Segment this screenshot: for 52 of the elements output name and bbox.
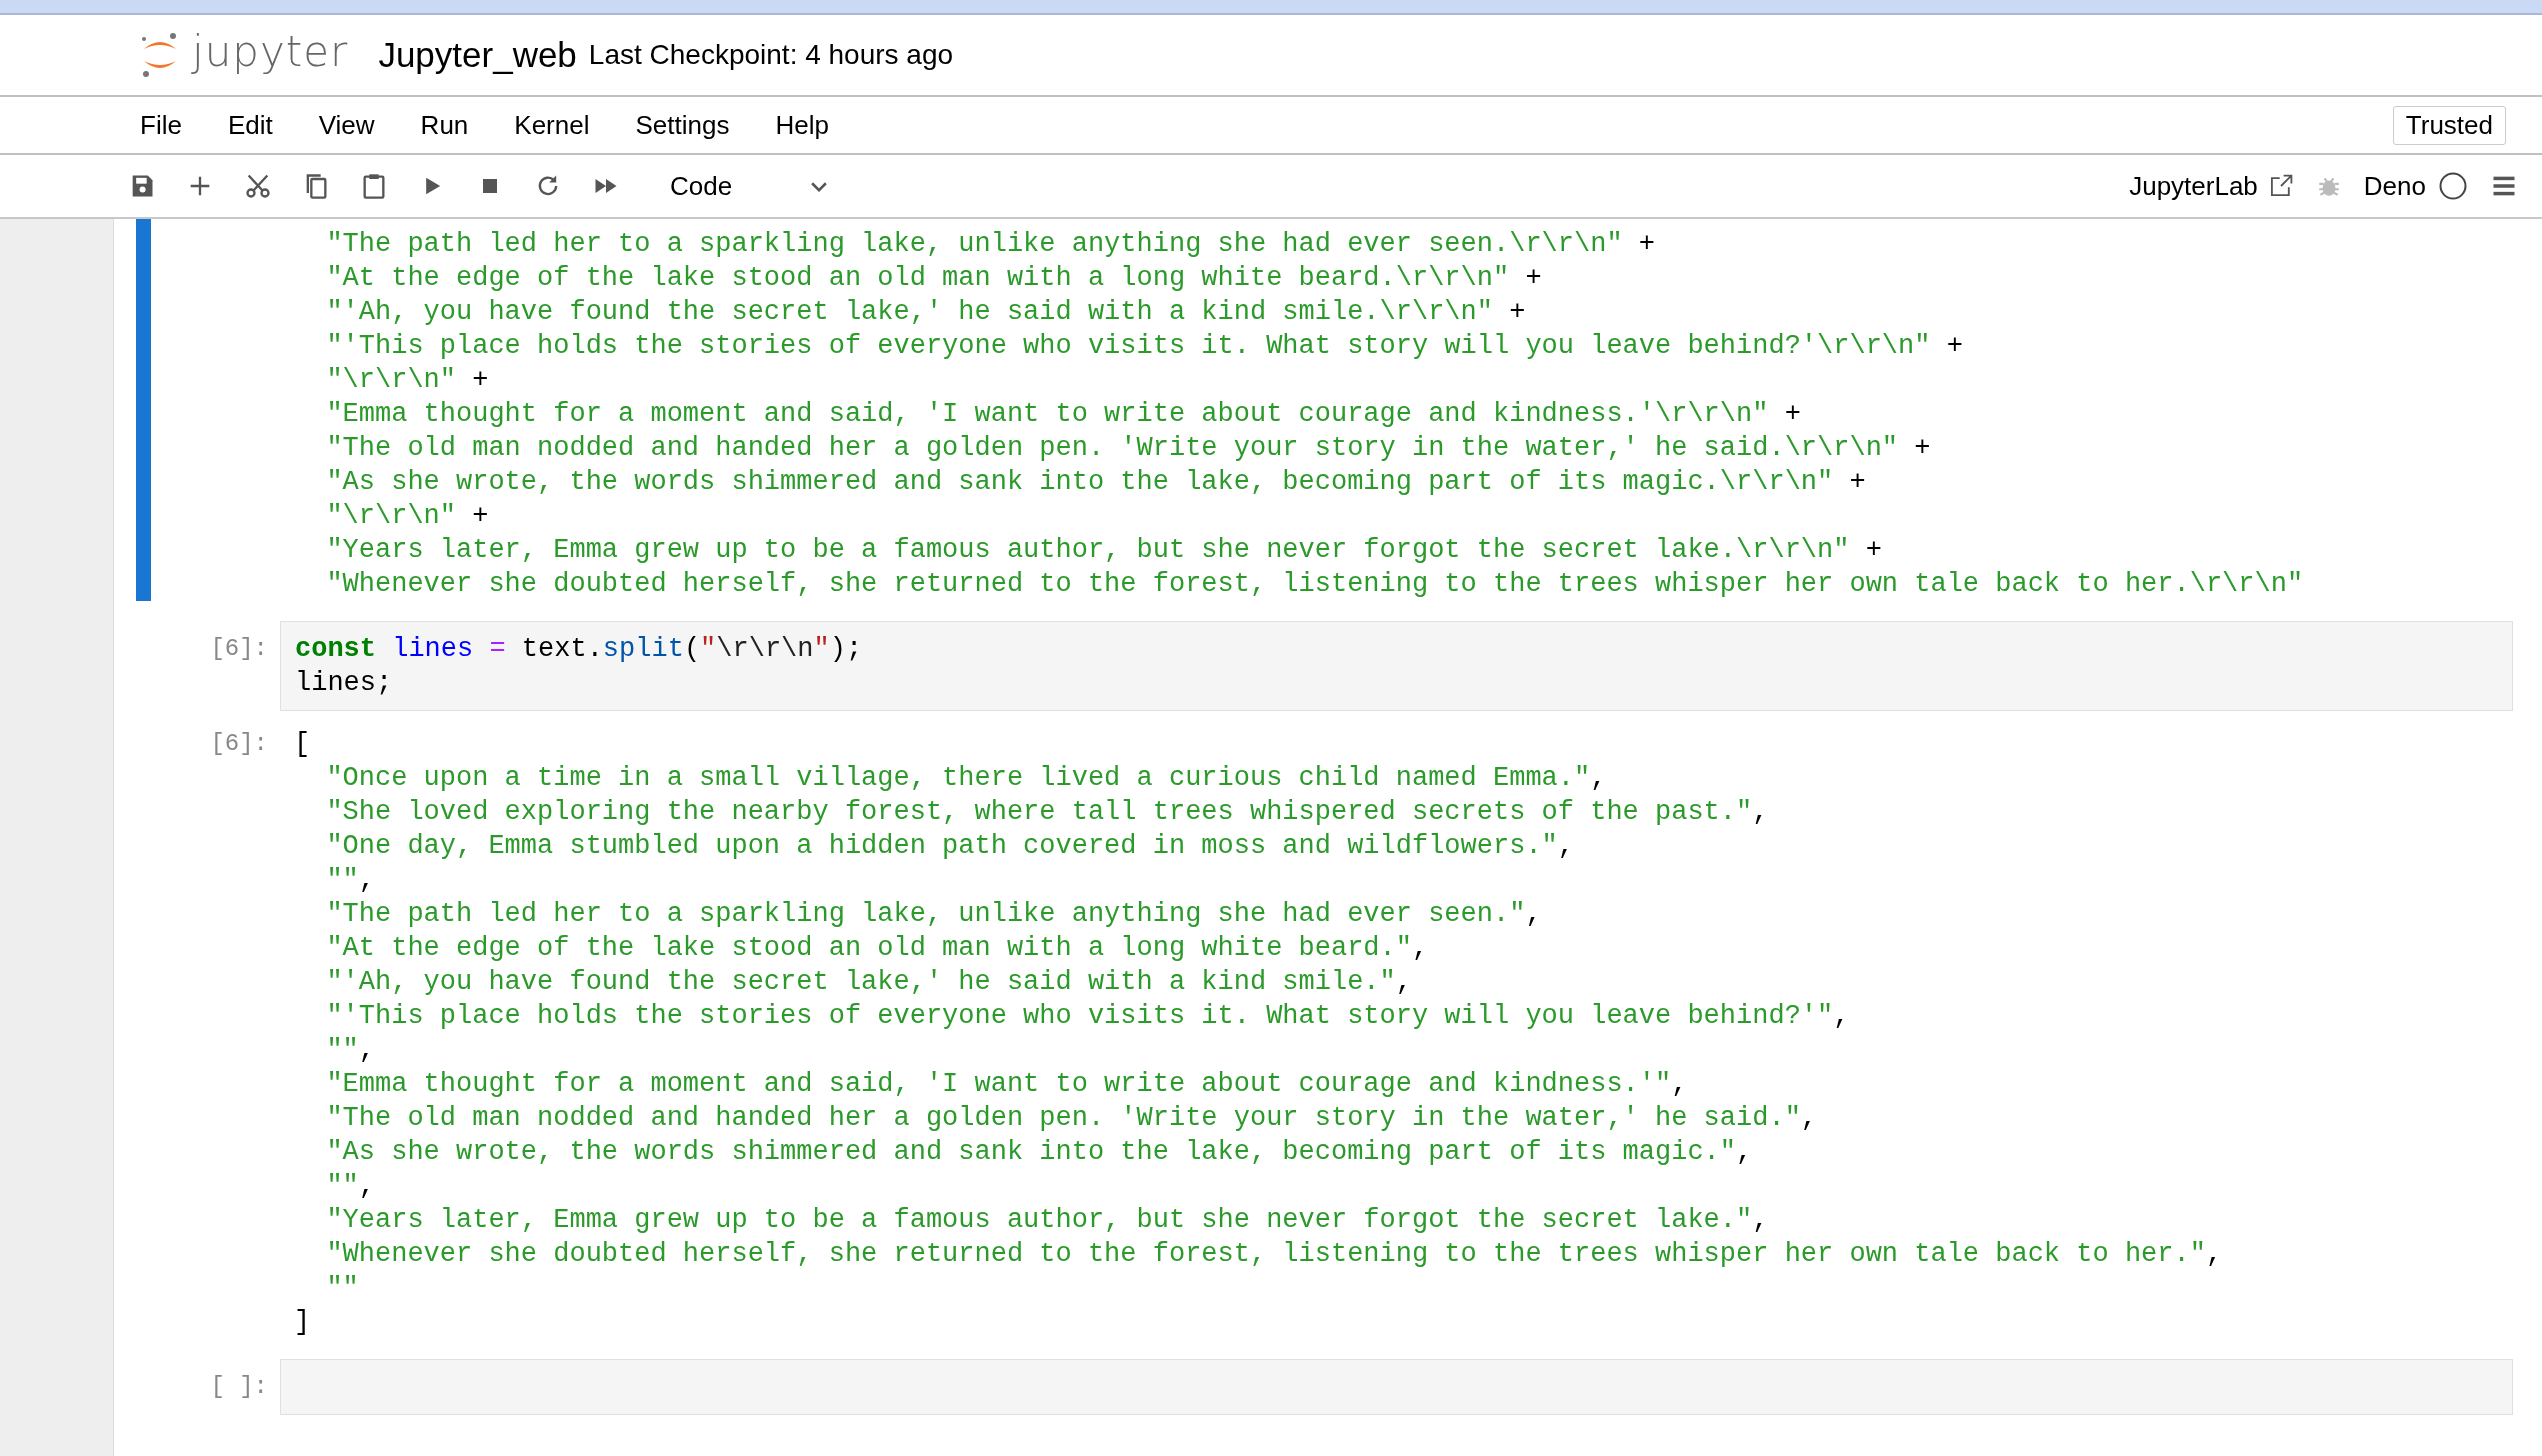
code-line: "One day, Emma stumbled upon a hidden path covered in moss and wildflowers.", <box>326 830 1574 863</box>
code-line: "Whenever she doubted herself, she returned to the forest, listening to the trees whisper her own tale back to her.\r\r\n" <box>326 568 2304 601</box>
checkpoint-status: Last Checkpoint: 4 hours ago <box>588 39 954 71</box>
jupyterlab-link[interactable]: JupyterLab <box>2129 170 2294 202</box>
menu-item[interactable]: Help <box>775 109 829 141</box>
code-line: "She loved exploring the nearby forest, where tall trees whispered secrets of the past.", <box>326 796 1769 829</box>
code-input[interactable] <box>280 1359 2513 1415</box>
cell-prompt: [ ]: <box>210 1372 268 1402</box>
cell-type-dropdown[interactable]: Code <box>670 170 830 202</box>
trusted-button[interactable]: Trusted <box>2392 105 2506 145</box>
menu-item[interactable]: Kernel <box>514 109 590 141</box>
output-prompt: [6]: <box>210 729 268 759</box>
code-line: "" <box>326 1272 359 1305</box>
code-line: "Emma thought for a moment and said, 'I want to write about courage and kindness.'\r\r\n" + <box>326 398 1801 431</box>
code-line: "\r\r\n" + <box>326 364 489 397</box>
code-line: "Years later, Emma grew up to be a famous author, but she never forgot the secret lake.\r\r\n" + <box>326 534 1882 567</box>
kernel-name[interactable]: Deno <box>2363 170 2426 202</box>
jupyter-logo[interactable]: jupyter <box>138 29 349 81</box>
cell-prompt: [6]: <box>210 634 268 664</box>
code-line: "Emma thought for a moment and said, 'I want to write about courage and kindness.'", <box>326 1068 1688 1101</box>
kernel-status-icon <box>2438 171 2468 201</box>
menu-item[interactable]: Run <box>420 109 469 141</box>
code-line: const lines = text.split("\r\r\n"); <box>295 633 863 666</box>
code-line: "As she wrote, the words shimmered and sank into the lake, becoming part of its magic.", <box>326 1136 1753 1169</box>
menu-item[interactable]: File <box>140 109 182 141</box>
notebook-title[interactable]: Jupyter_web <box>378 35 577 75</box>
code-line: ] <box>294 1306 311 1339</box>
code-line: "'This place holds the stories of everyone who visits it. What story will you leave behind?'\r\r\n" + <box>326 330 1963 363</box>
code-line: "'Ah, you have found the secret lake,' he said with a kind smile.", <box>326 966 1412 999</box>
code-input[interactable]: const lines = text.split("\r\r\n"); lines; <box>280 621 2513 711</box>
code-line: "", <box>326 1034 375 1067</box>
code-line: "", <box>326 864 375 897</box>
code-line: "'Ah, you have found the secret lake,' he said with a kind smile.\r\r\n" + <box>326 296 1526 329</box>
code-line: "The old man nodded and handed her a golden pen. 'Write your story in the water,' he said.", <box>326 1102 1818 1135</box>
menu-item[interactable]: View <box>318 109 375 141</box>
code-line: "\r\r\n" + <box>326 500 489 533</box>
cut-icon[interactable] <box>244 172 272 200</box>
code-line: "As she wrote, the words shimmered and sank into the lake, becoming part of its magic.\r\r\n" + <box>326 466 1866 499</box>
menu-item[interactable]: Edit <box>227 109 273 141</box>
code-line: "At the edge of the lake stood an old man with a long white beard.\r\r\n" + <box>326 262 1542 295</box>
code-line: "At the edge of the lake stood an old man with a long white beard.", <box>326 932 1429 965</box>
code-line: "Years later, Emma grew up to be a famous author, but she never forgot the secret lake.", <box>326 1204 1769 1237</box>
menu-item[interactable]: Settings <box>635 109 730 141</box>
code-line: "The old man nodded and handed her a golden pen. 'Write your story in the water,' he said.\r\r\n" + <box>326 432 1931 465</box>
code-line: "Whenever she doubted herself, she returned to the forest, listening to the trees whisper her own tale back to her.", <box>326 1238 2223 1271</box>
code-line: "The path led her to a sparkling lake, unlike anything she had ever seen.\r\r\n" + <box>326 228 1655 261</box>
code-line: "Once upon a time in a small village, there lived a curious child named Emma.", <box>326 762 1607 795</box>
code-line: "The path led her to a sparkling lake, unlike anything she had ever seen.", <box>326 898 1542 931</box>
code-line: lines; <box>295 667 393 700</box>
code-line: [ <box>294 728 311 761</box>
code-line: "", <box>326 1170 375 1203</box>
code-line: "'This place holds the stories of everyone who visits it. What story will you leave behind?'", <box>326 1000 1850 1033</box>
